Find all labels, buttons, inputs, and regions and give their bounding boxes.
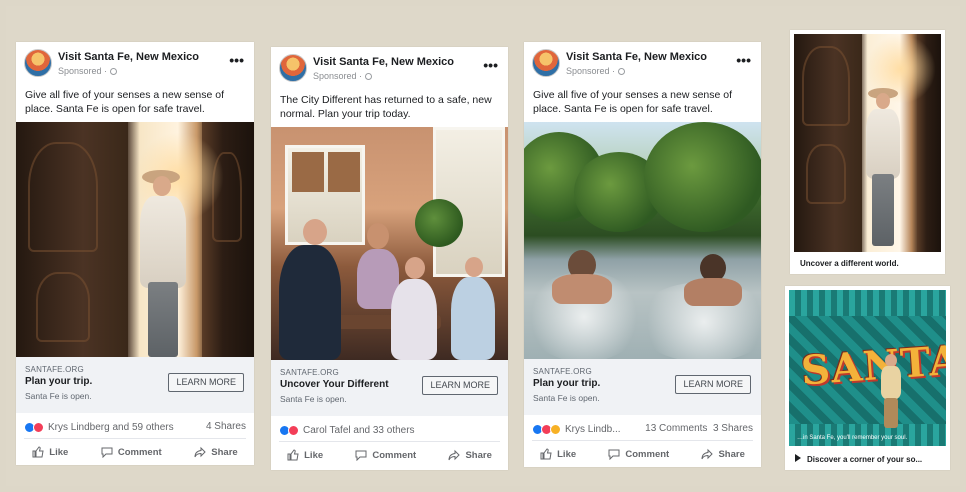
reactions-text: Krys Lindb... <box>565 423 621 435</box>
post-header: Visit Santa Fe, New Mexico Sponsored · •… <box>524 42 761 88</box>
comments-shares-count[interactable]: 13 Comments 3 Shares <box>645 423 753 434</box>
share-icon <box>701 448 714 460</box>
page-name[interactable]: Visit Santa Fe, New Mexico <box>566 51 707 63</box>
more-icon[interactable]: ••• <box>483 57 498 73</box>
share-icon <box>194 446 206 458</box>
learn-more-button[interactable]: LEARN MORE <box>422 376 498 395</box>
more-icon[interactable]: ••• <box>736 52 751 68</box>
globe-icon <box>618 68 626 75</box>
story-caption: Discover a corner of your so... <box>795 454 922 464</box>
link-description: Santa Fe is open. <box>25 391 92 401</box>
cta-bar[interactable]: SANTAFE.ORG Uncover Your Different Santa… <box>271 360 508 416</box>
play-icon[interactable] <box>795 454 801 462</box>
reactions-text: Carol Tafel and 33 others <box>303 424 415 436</box>
sponsored-label: Sponsored · <box>58 66 118 76</box>
ad-card-1: Visit Santa Fe, New Mexico Sponsored · •… <box>16 42 254 465</box>
share-button[interactable]: Share <box>194 446 238 458</box>
learn-more-button[interactable]: LEARN MORE <box>168 373 244 392</box>
love-reaction-icon <box>288 424 299 436</box>
link-domain: SANTAFE.ORG <box>533 367 592 376</box>
comment-button[interactable]: Comment <box>101 446 162 458</box>
link-description: Santa Fe is open. <box>533 393 600 403</box>
share-button[interactable]: Share <box>448 449 492 461</box>
like-button[interactable]: Like <box>287 449 323 461</box>
shares-count[interactable]: 4 Shares <box>206 421 246 432</box>
globe-icon <box>110 68 118 75</box>
engagement-bar: Krys Lindberg and 59 others 4 Shares <box>24 413 246 439</box>
engagement-bar: Carol Tafel and 33 others <box>279 416 500 442</box>
sponsored-label: Sponsored · <box>313 71 373 81</box>
comment-icon <box>608 449 620 460</box>
ad-card-2: Visit Santa Fe, New Mexico Sponsored · •… <box>271 47 508 470</box>
cta-bar[interactable]: SANTAFE.ORG Plan your trip. Santa Fe is … <box>16 357 254 413</box>
like-icon <box>287 449 299 461</box>
comment-icon <box>101 447 113 458</box>
more-icon[interactable]: ••• <box>229 52 244 68</box>
reactions[interactable]: Krys Lindberg and 59 others <box>24 421 174 433</box>
like-icon <box>32 446 44 458</box>
action-bar: Like Comment Share <box>16 439 254 465</box>
story-image[interactable] <box>794 34 941 252</box>
page-name[interactable]: Visit Santa Fe, New Mexico <box>313 56 454 68</box>
story-video[interactable]: SANTA …in Santa Fe, you'll remember your… <box>789 290 946 446</box>
like-button[interactable]: Like <box>32 446 68 458</box>
story-caption: Uncover a different world. <box>800 259 899 268</box>
ad-image[interactable] <box>524 122 761 359</box>
reactions[interactable]: Krys Lindb... <box>532 423 621 435</box>
like-icon <box>540 448 552 460</box>
share-button[interactable]: Share <box>701 448 745 460</box>
page-avatar[interactable] <box>24 49 52 77</box>
engagement-bar: Krys Lindb... 13 Comments 3 Shares <box>532 415 753 441</box>
link-description: Santa Fe is open. <box>280 394 347 404</box>
page-avatar[interactable] <box>279 54 307 82</box>
ad-card-3: Visit Santa Fe, New Mexico Sponsored · •… <box>524 42 761 467</box>
post-text: Give all five of your senses a new sense… <box>25 89 225 115</box>
ad-image[interactable] <box>271 127 508 360</box>
link-domain: SANTAFE.ORG <box>280 368 339 377</box>
post-text: Give all five of your senses a new sense… <box>533 89 733 115</box>
link-headline: Plan your trip. <box>533 378 601 389</box>
link-headline: Uncover Your Different <box>280 379 389 390</box>
comment-button[interactable]: Comment <box>355 449 416 461</box>
mural-text: SANTA <box>799 336 946 395</box>
ad-showcase: Visit Santa Fe, New Mexico Sponsored · •… <box>6 6 960 486</box>
link-domain: SANTAFE.ORG <box>25 365 84 374</box>
post-header: Visit Santa Fe, New Mexico Sponsored · •… <box>16 42 254 88</box>
globe-icon <box>365 73 373 80</box>
wow-reaction-icon <box>550 423 561 435</box>
like-button[interactable]: Like <box>540 448 576 460</box>
cta-bar[interactable]: SANTAFE.ORG Plan your trip. Santa Fe is … <box>524 359 761 415</box>
learn-more-button[interactable]: LEARN MORE <box>675 375 751 394</box>
reactions-text: Krys Lindberg and 59 others <box>48 421 174 433</box>
love-reaction-icon <box>33 421 44 433</box>
sponsored-label: Sponsored · <box>566 66 626 76</box>
reactions[interactable]: Carol Tafel and 33 others <box>279 424 415 436</box>
page-name[interactable]: Visit Santa Fe, New Mexico <box>58 51 199 63</box>
ad-image[interactable] <box>16 122 254 357</box>
story-card-1[interactable]: Uncover a different world. <box>790 30 945 274</box>
comment-button[interactable]: Comment <box>608 448 669 460</box>
page-avatar[interactable] <box>532 49 560 77</box>
link-headline: Plan your trip. <box>25 376 93 387</box>
comment-icon <box>355 450 367 461</box>
action-bar: Like Comment Share <box>524 441 761 467</box>
post-header: Visit Santa Fe, New Mexico Sponsored · •… <box>271 47 508 93</box>
action-bar: Like Comment Share <box>271 442 508 468</box>
post-text: The City Different has returned to a saf… <box>280 94 492 120</box>
share-icon <box>448 449 461 461</box>
story-card-2[interactable]: SANTA …in Santa Fe, you'll remember your… <box>785 286 950 470</box>
video-overlay-text: …in Santa Fe, you'll remember your soul. <box>797 435 908 441</box>
